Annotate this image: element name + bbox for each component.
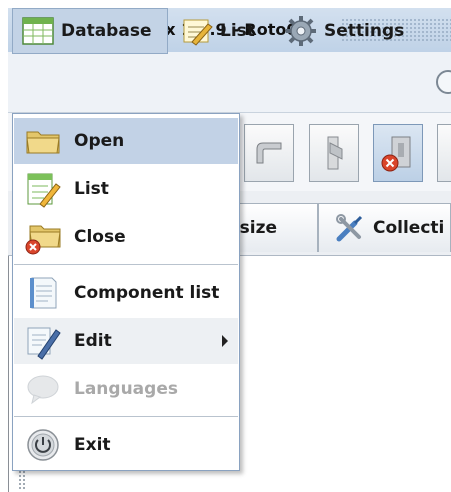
toolbar-button-2[interactable]	[309, 124, 359, 182]
folder-close-icon	[25, 225, 61, 255]
menu-item-edit[interactable]: Edit	[14, 318, 238, 364]
database-table-icon	[22, 17, 54, 45]
toolbar-button-1[interactable]	[244, 124, 294, 182]
notepad-icon	[30, 277, 57, 309]
handle-icon	[256, 142, 282, 164]
component-remove-icon	[381, 136, 411, 172]
menu-item-languages: Languages	[14, 366, 238, 412]
database-dropdown-menu: Open List Close Component list Edit Lang…	[12, 113, 240, 471]
menu-item-edit-label: Edit	[74, 331, 112, 351]
magnifier-icon[interactable]	[432, 66, 451, 100]
menu-item-list-label: List	[74, 179, 109, 199]
toolbar-button-3[interactable]	[373, 124, 423, 182]
list-edit-icon	[27, 173, 61, 208]
menu-item-component-list[interactable]: Component list	[14, 270, 238, 316]
speech-bubble-icon	[27, 375, 59, 405]
menu-list-label: List	[220, 21, 255, 41]
menu-settings[interactable]: Settings	[284, 8, 424, 54]
submenu-arrow-icon	[222, 335, 228, 347]
toolbar-button-4[interactable]	[437, 124, 451, 182]
menu-item-close[interactable]: Close	[14, 214, 238, 260]
tab-collections[interactable]: Collecti	[318, 203, 451, 252]
menu-separator	[14, 416, 238, 418]
menu-item-exit[interactable]: Exit	[14, 422, 238, 468]
menu-database[interactable]: Database	[12, 8, 168, 54]
scroll-grip[interactable]	[18, 470, 26, 491]
menu-settings-label: Settings	[324, 21, 405, 41]
tab-collections-label: Collecti	[373, 218, 445, 238]
tools-icon	[336, 214, 363, 242]
folder-open-icon	[26, 131, 60, 154]
hinge-icon	[327, 136, 343, 170]
menu-item-list[interactable]: List	[14, 166, 238, 212]
menu-item-exit-label: Exit	[74, 435, 111, 455]
list-edit-icon	[183, 19, 213, 46]
power-icon	[27, 429, 59, 461]
menu-item-languages-label: Languages	[74, 379, 178, 399]
menu-database-label: Database	[61, 21, 152, 41]
menu-item-component-list-label: Component list	[74, 283, 220, 303]
menu-item-close-label: Close	[74, 227, 126, 247]
menu-separator	[14, 264, 238, 266]
menu-item-open[interactable]: Open	[14, 118, 238, 164]
menu-bar	[8, 52, 451, 113]
menu-list[interactable]: List	[180, 8, 272, 54]
edit-pencil-icon	[27, 327, 61, 360]
gear-icon	[286, 16, 316, 46]
menu-item-open-label: Open	[74, 131, 125, 151]
